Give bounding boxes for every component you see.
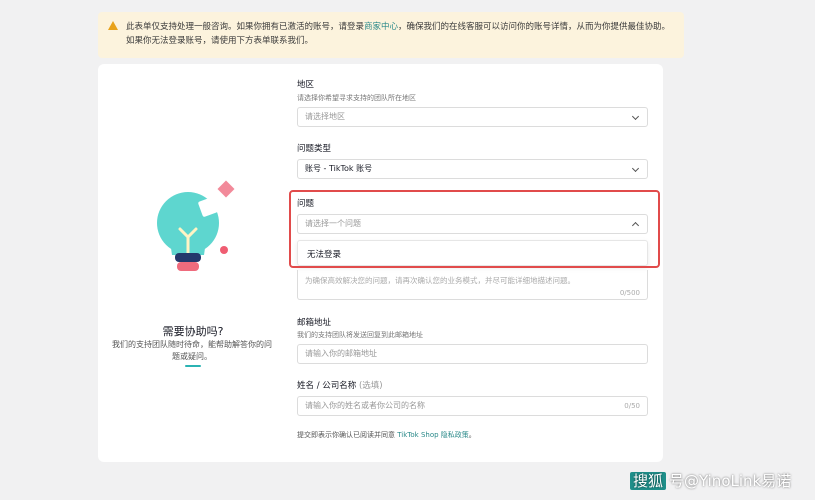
- details-textarea[interactable]: 为确保高效解决您的问题，请再次确认您的业务模式，并尽可能详细地描述问题。 0/5…: [297, 270, 648, 300]
- email-hint: 我们的支持团队将发送回复到此邮箱地址: [297, 331, 423, 339]
- name-counter: 0/50: [624, 402, 640, 410]
- privacy-consent: 提交即表示你确认已阅读并同意 TikTok Shop 隐私政策。: [297, 430, 476, 440]
- chevron-down-icon: [631, 112, 640, 121]
- name-input[interactable]: 请输入你的姓名或者你公司的名称 0/50: [297, 396, 648, 416]
- details-counter: 0/500: [619, 289, 640, 297]
- email-input[interactable]: 请输入你的邮箱地址: [297, 344, 648, 364]
- merchant-center-link[interactable]: 商家中心: [364, 22, 398, 32]
- help-description: 我们的支持团队随时待命，能帮助解答你的问题或疑问。: [112, 340, 272, 361]
- name-placeholder: 请输入你的姓名或者你公司的名称: [305, 401, 425, 410]
- question-select[interactable]: 请选择一个问题: [297, 214, 648, 234]
- chevron-down-icon: [631, 164, 640, 173]
- question-placeholder: 请选择一个问题: [305, 219, 361, 228]
- name-label: 姓名 / 公司名称 (选填): [297, 379, 383, 391]
- watermark-text: 号@YinoLink易诺: [669, 472, 792, 490]
- notice-text-before: 此表单仅支持处理一般咨询。如果你拥有已激活的账号，请登录: [126, 22, 365, 32]
- region-placeholder: 请选择地区: [305, 112, 345, 121]
- consent-end: 。: [468, 431, 476, 439]
- region-select[interactable]: 请选择地区: [297, 107, 648, 127]
- question-dropdown: 无法登录: [297, 240, 648, 266]
- watermark: 搜狐 号@YinoLink易诺: [630, 470, 805, 492]
- consent-text: 提交即表示你确认已阅读并同意: [297, 431, 398, 439]
- email-placeholder: 请输入你的邮箱地址: [305, 349, 377, 358]
- help-title: 需要协助吗?: [162, 325, 224, 338]
- chevron-up-icon: [631, 221, 640, 230]
- question-label: 问题: [297, 199, 315, 209]
- issue-type-label: 问题类型: [297, 144, 332, 154]
- lightbulb-icon: [157, 180, 235, 271]
- region-label: 地区: [297, 80, 315, 90]
- details-placeholder: 为确保高效解决您的问题，请再次确认您的业务模式，并尽可能详细地描述问题。: [305, 276, 575, 285]
- watermark-brand: 搜狐: [630, 472, 667, 490]
- notice-banner: 此表单仅支持处理一般咨询。如果你拥有已激活的账号，请登录商家中心，确保我们的在线…: [98, 12, 684, 58]
- email-label: 邮箱地址: [297, 318, 332, 328]
- privacy-policy-link[interactable]: TikTok Shop 隐私政策: [397, 431, 469, 439]
- support-form-card: 需要协助吗? 我们的支持团队随时待命，能帮助解答你的问题或疑问。 地区 请选择你…: [98, 64, 663, 462]
- warning-icon: [108, 21, 118, 30]
- issue-type-select[interactable]: 账号 - TikTok 账号: [297, 159, 648, 179]
- issue-type-value: 账号 - TikTok 账号: [305, 164, 373, 173]
- question-option-cannot-login[interactable]: 无法登录: [307, 248, 341, 260]
- name-label-text: 姓名 / 公司名称: [297, 381, 357, 391]
- help-underline: [185, 365, 201, 367]
- name-optional: (选填): [358, 381, 383, 391]
- region-hint: 请选择你希望寻求支持的团队所在地区: [297, 94, 416, 102]
